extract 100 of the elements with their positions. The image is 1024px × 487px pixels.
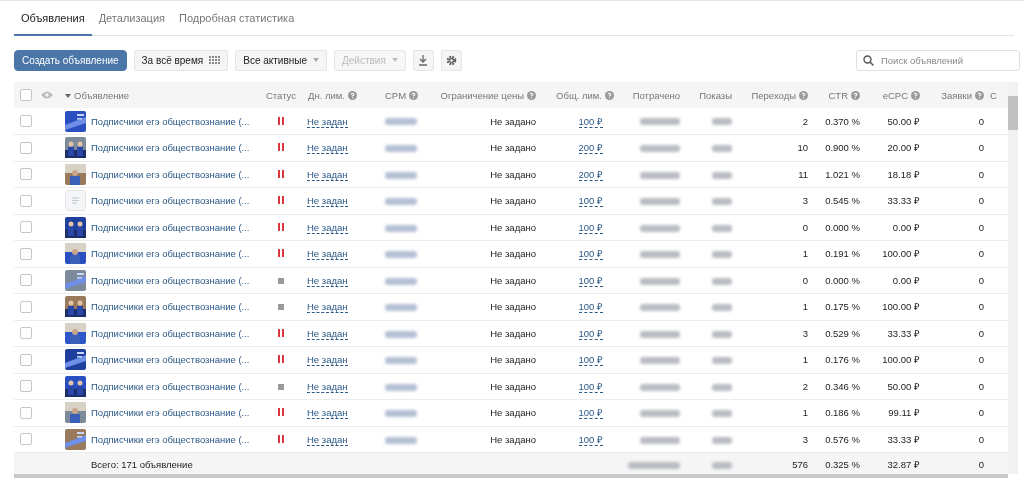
daily-limit-link[interactable]: Не задан <box>307 380 348 393</box>
horizontal-scrollbar[interactable] <box>14 474 1008 478</box>
download-button[interactable] <box>412 49 434 71</box>
tab[interactable]: Детализация <box>91 10 172 36</box>
total-limit-link[interactable]: 200 ₽ <box>578 142 603 155</box>
checkbox[interactable] <box>20 168 32 181</box>
vertical-scrollbar[interactable] <box>1008 82 1018 474</box>
help-icon[interactable] <box>799 90 808 100</box>
ad-title-link[interactable]: Подписчики егэ обществознание (... <box>91 195 250 207</box>
ad-title-link[interactable]: Подписчики егэ обществознание (... <box>91 248 250 260</box>
daily-limit-link[interactable]: Не задан <box>307 142 348 155</box>
ctr-value: 0.175 % <box>825 301 860 313</box>
help-icon[interactable] <box>851 90 860 100</box>
blurred-value <box>712 277 732 285</box>
daily-limit-link[interactable]: Не задан <box>307 248 348 261</box>
total-limit-link[interactable]: 100 ₽ <box>578 354 603 367</box>
daily-limit-link[interactable]: Не задан <box>307 327 348 340</box>
checkbox[interactable] <box>20 433 32 446</box>
leads-value: 0 <box>978 407 984 419</box>
total-count: Всего: 171 объявление <box>91 458 193 470</box>
tab[interactable]: Подробная статистика <box>172 10 302 36</box>
total-limit-link[interactable]: 100 ₽ <box>578 115 603 128</box>
help-icon[interactable] <box>911 90 920 100</box>
leads-value: 0 <box>978 301 984 313</box>
ecpc-value: 18.18 ₽ <box>887 168 920 180</box>
checkbox[interactable] <box>20 301 32 313</box>
tab[interactable]: Объявления <box>14 10 92 36</box>
create-ad-button[interactable]: Создать объявление <box>14 49 127 71</box>
blurred-value <box>712 461 732 469</box>
clicks-value: 0 <box>802 221 808 233</box>
total-limit-link[interactable]: 100 ₽ <box>578 195 603 208</box>
checkbox[interactable] <box>20 142 32 154</box>
checkbox[interactable] <box>20 195 32 207</box>
ad-title-link[interactable]: Подписчики егэ обществознание (... <box>91 407 250 419</box>
help-icon[interactable] <box>527 90 536 100</box>
sort-caret-icon[interactable] <box>65 93 71 98</box>
clicks-value: 1 <box>802 407 808 419</box>
checkbox[interactable] <box>20 354 32 366</box>
total-limit-link[interactable]: 100 ₽ <box>578 380 603 393</box>
price-limit-value: Не задано <box>490 433 536 445</box>
blurred-value <box>385 251 417 259</box>
total-limit-link[interactable]: 100 ₽ <box>578 433 603 446</box>
blurred-value <box>640 410 680 418</box>
checkbox[interactable] <box>20 248 32 260</box>
total-limit-link[interactable]: 100 ₽ <box>578 407 603 420</box>
ad-title-link[interactable]: Подписчики егэ обществознание (... <box>91 142 250 154</box>
checkbox[interactable] <box>20 274 32 287</box>
period-button[interactable]: За всё время <box>133 49 229 71</box>
total-limit-link[interactable]: 200 ₽ <box>578 168 603 181</box>
filter-dropdown[interactable]: Все активные <box>235 49 328 71</box>
checkbox[interactable] <box>20 327 32 340</box>
blurred-value <box>712 330 732 338</box>
total-limit-link[interactable]: 100 ₽ <box>578 248 603 261</box>
checkbox[interactable] <box>20 380 32 393</box>
total-limit-link[interactable]: 100 ₽ <box>578 274 603 287</box>
ad-title-link[interactable]: Подписчики егэ обществознание (... <box>91 168 250 180</box>
ctr-value: 1.021 % <box>825 168 860 180</box>
ad-title-link[interactable]: Подписчики егэ обществознание (... <box>91 433 250 445</box>
checkbox[interactable] <box>20 221 32 234</box>
total-limit-link[interactable]: 100 ₽ <box>578 327 603 340</box>
blurred-value <box>712 383 732 391</box>
daily-limit-link[interactable]: Не задан <box>307 221 348 234</box>
ad-title-link[interactable]: Подписчики егэ обществознание (... <box>91 354 250 366</box>
blurred-value <box>385 383 417 391</box>
column-header: Заявки <box>941 89 972 101</box>
total-limit-link[interactable]: 100 ₽ <box>578 221 603 234</box>
price-limit-value: Не задано <box>490 248 536 260</box>
help-icon[interactable] <box>409 90 419 100</box>
help-icon[interactable] <box>605 90 614 100</box>
ad-title-link[interactable]: Подписчики егэ обществознание (... <box>91 327 250 339</box>
ad-title-link[interactable]: Подписчики егэ обществознание (... <box>91 221 250 233</box>
blurred-value <box>640 171 680 179</box>
ecpc-value: 33.33 ₽ <box>887 195 920 207</box>
ecpc-value: 100.00 ₽ <box>882 301 920 313</box>
checkbox[interactable] <box>20 115 32 128</box>
daily-limit-link[interactable]: Не задан <box>307 115 348 128</box>
daily-limit-link[interactable]: Не задан <box>307 407 348 420</box>
ad-title-link[interactable]: Подписчики егэ обществознание (... <box>91 380 250 392</box>
daily-limit-link[interactable]: Не задан <box>307 354 348 367</box>
total-limit-link[interactable]: 100 ₽ <box>578 301 603 314</box>
ad-title-link[interactable]: Подписчики егэ обществознание (... <box>91 274 250 286</box>
search-field[interactable]: Поиск объявлений <box>856 49 1020 71</box>
ad-title-link[interactable]: Подписчики егэ обществознание (... <box>91 115 250 127</box>
ctr-value: 0.191 % <box>825 248 860 260</box>
daily-limit-link[interactable]: Не задан <box>307 195 348 208</box>
ecpc-value: 33.33 ₽ <box>887 327 920 339</box>
ad-title-link[interactable]: Подписчики егэ обществознание (... <box>91 301 250 313</box>
help-icon[interactable] <box>975 90 984 100</box>
leads-value: 0 <box>978 168 984 180</box>
daily-limit-link[interactable]: Не задан <box>307 301 348 314</box>
clicks-value: 1 <box>802 301 808 313</box>
checkbox[interactable] <box>20 89 32 102</box>
daily-limit-link[interactable]: Не задан <box>307 168 348 181</box>
checkbox[interactable] <box>20 407 32 419</box>
settings-button[interactable] <box>440 49 462 71</box>
eye-icon <box>41 90 53 99</box>
leads-value: 0 <box>978 248 984 260</box>
daily-limit-link[interactable]: Не задан <box>307 433 348 446</box>
help-icon[interactable] <box>348 90 357 100</box>
daily-limit-link[interactable]: Не задан <box>307 274 348 287</box>
